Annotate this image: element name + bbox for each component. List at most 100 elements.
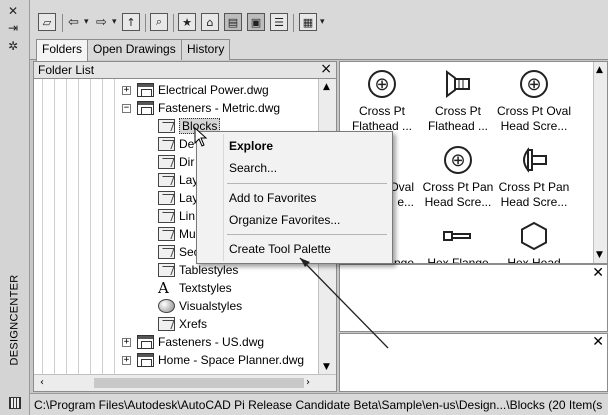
tab-history[interactable]: History xyxy=(181,39,231,60)
tab-bar: Folders Open Drawings History xyxy=(30,38,608,61)
tree-item-dir[interactable]: Dir xyxy=(158,153,194,171)
expand-icon[interactable]: + xyxy=(122,85,131,95)
tree-item-textstyles[interactable]: A Textstyles xyxy=(158,279,232,297)
collapse-icon[interactable]: − xyxy=(122,103,131,113)
xref-icon xyxy=(158,317,175,331)
dimstyles-icon xyxy=(158,137,175,151)
tree-item-label: Home - Space Planner.dwg xyxy=(158,353,305,367)
menu-item-explore[interactable]: Explore xyxy=(197,135,392,157)
tree-item-layouts[interactable]: Lay xyxy=(158,189,198,207)
linetypes-icon xyxy=(158,209,175,223)
toolbar: ▱ ⇦ ▾ ⇨ ▾ ↑ ⌕ ★ ⌂ ▤ ▣ ☰ ▦ ▾ xyxy=(30,0,608,38)
drawing-file-icon xyxy=(137,335,154,349)
tree-item-sectionviewstyles[interactable]: Sec xyxy=(158,243,200,261)
content-item-label: Hex Head xyxy=(507,256,561,264)
content-item-label: Flathead ... xyxy=(427,119,489,133)
tree-item-label: Lin xyxy=(179,209,196,223)
tree-item-visualstyles[interactable]: Visualstyles xyxy=(158,297,242,315)
favorites-icon[interactable]: ★ xyxy=(178,13,196,31)
back-dropdown-icon[interactable]: ▾ xyxy=(84,12,89,32)
tree-view-toggle-icon[interactable]: ▤ xyxy=(224,13,242,31)
home-icon[interactable]: ⌂ xyxy=(201,13,219,31)
layers-icon xyxy=(158,173,175,187)
tree-item-label: Textstyles xyxy=(179,281,232,295)
scroll-down-icon[interactable]: ▼ xyxy=(323,362,330,372)
close-icon[interactable]: ✕ xyxy=(592,334,604,350)
tree-item-home-space-planner[interactable]: + Home - Space Planner.dwg xyxy=(122,351,304,369)
tree-item-label: De xyxy=(179,137,195,151)
forward-icon[interactable]: ⇨ xyxy=(96,12,107,32)
tree-item-label: Xrefs xyxy=(179,317,208,331)
scroll-down-icon[interactable]: ▼ xyxy=(596,250,603,260)
content-item[interactable]: ⊕ Cross Pt Oval Head Scre... xyxy=(494,66,574,134)
back-icon[interactable]: ⇦ xyxy=(68,12,79,32)
context-menu: Explore Search... Add to Favorites Organ… xyxy=(196,131,393,264)
mouse-cursor-icon xyxy=(194,127,208,147)
tree-item-label: Fasteners - Metric.dwg xyxy=(158,101,281,115)
hexagon-icon xyxy=(514,218,554,254)
content-item[interactable]: Cross Pt Flathead ... xyxy=(418,66,498,134)
tree-item-linetypes[interactable]: Lin xyxy=(158,207,195,225)
grip-icon[interactable] xyxy=(9,397,21,409)
menu-item-search[interactable]: Search... xyxy=(197,157,392,179)
scroll-up-icon[interactable]: ▲ xyxy=(596,65,603,75)
menu-separator xyxy=(227,183,387,184)
auto-hide-icon[interactable]: ⇥ xyxy=(8,22,18,34)
drawing-file-icon xyxy=(137,353,154,367)
content-item[interactable]: Hex Head xyxy=(494,218,574,264)
blocks-icon xyxy=(158,119,175,133)
tree-item-layers[interactable]: Lay xyxy=(158,171,198,189)
tree-item-label: Mu xyxy=(179,227,196,241)
tree-item-xrefs[interactable]: Xrefs xyxy=(158,315,207,333)
expand-icon[interactable]: + xyxy=(122,337,131,347)
menu-item-add-to-favorites[interactable]: Add to Favorites xyxy=(197,187,392,209)
drawing-file-icon xyxy=(137,83,154,97)
tab-folders[interactable]: Folders xyxy=(36,39,89,61)
tree-item-label: Tablestyles xyxy=(179,263,239,277)
content-item[interactable]: ⊕ Cross Pt Pan Head Scre... xyxy=(418,142,498,210)
forward-dropdown-icon[interactable]: ▾ xyxy=(112,12,117,32)
palette-title: DESIGNCENTER xyxy=(8,274,20,366)
up-folder-icon[interactable]: ↑ xyxy=(122,13,140,31)
properties-icon[interactable]: ✲ xyxy=(8,40,18,52)
content-item[interactable]: Hex Flange xyxy=(418,218,498,264)
tree-item-dimstyles[interactable]: De xyxy=(158,135,194,153)
scroll-right-icon[interactable]: › xyxy=(306,377,310,388)
tree-item-fasteners-us[interactable]: + Fasteners - US.dwg xyxy=(122,333,264,351)
content-item-label: Cross Pt Oval xyxy=(496,104,571,118)
content-vertical-scrollbar[interactable]: ▲ ▼ xyxy=(593,62,607,263)
content-item-label: Cross Pt Pan xyxy=(498,180,570,194)
cross-circle-icon: ⊕ xyxy=(362,66,402,102)
close-icon[interactable]: ✕ xyxy=(592,265,604,281)
search-icon[interactable]: ⌕ xyxy=(150,13,168,31)
tab-open-drawings[interactable]: Open Drawings xyxy=(87,39,182,60)
close-icon[interactable]: × xyxy=(320,62,332,77)
menu-item-create-tool-palette[interactable]: Create Tool Palette xyxy=(197,238,392,260)
folder-list-title: Folder List xyxy=(38,63,95,77)
content-item-label: Hex Flange xyxy=(427,256,489,264)
content-item[interactable]: Cross Pt Pan Head Scre... xyxy=(494,142,574,210)
content-item-label: Cross Pt Pan xyxy=(422,180,494,194)
menu-separator xyxy=(227,234,387,235)
preview-toggle-icon[interactable]: ▣ xyxy=(247,13,265,31)
menu-item-organize-favorites[interactable]: Organize Favorites... xyxy=(197,209,392,231)
cross-circle-icon: ⊕ xyxy=(514,66,554,102)
description-toggle-icon[interactable]: ☰ xyxy=(270,13,288,31)
hex-flange-side-icon xyxy=(438,218,478,254)
content-item[interactable]: ⊕ Cross Pt Flathead ... xyxy=(342,66,422,134)
tree-item-label: Fasteners - US.dwg xyxy=(158,335,265,349)
tree-item-fasteners-metric[interactable]: − Fasteners - Metric.dwg xyxy=(122,99,280,117)
expand-icon[interactable]: + xyxy=(122,355,131,365)
scroll-left-icon[interactable]: ‹ xyxy=(40,377,44,388)
load-icon[interactable]: ▱ xyxy=(38,13,56,31)
tree-item-electrical-power[interactable]: + Electrical Power.dwg xyxy=(122,81,269,99)
folder-list-header: Folder List × xyxy=(34,62,336,79)
views-icon[interactable]: ▦ xyxy=(299,13,317,31)
views-dropdown-icon[interactable]: ▾ xyxy=(320,12,325,32)
scroll-thumb[interactable] xyxy=(94,378,304,388)
tree-item-multileaderstyles[interactable]: Mu xyxy=(158,225,196,243)
scroll-up-icon[interactable]: ▲ xyxy=(323,82,330,92)
pan-side-icon xyxy=(514,142,554,178)
folder-list-horizontal-scrollbar[interactable]: ‹ › xyxy=(34,374,336,391)
close-icon[interactable]: ✕ xyxy=(8,5,18,17)
